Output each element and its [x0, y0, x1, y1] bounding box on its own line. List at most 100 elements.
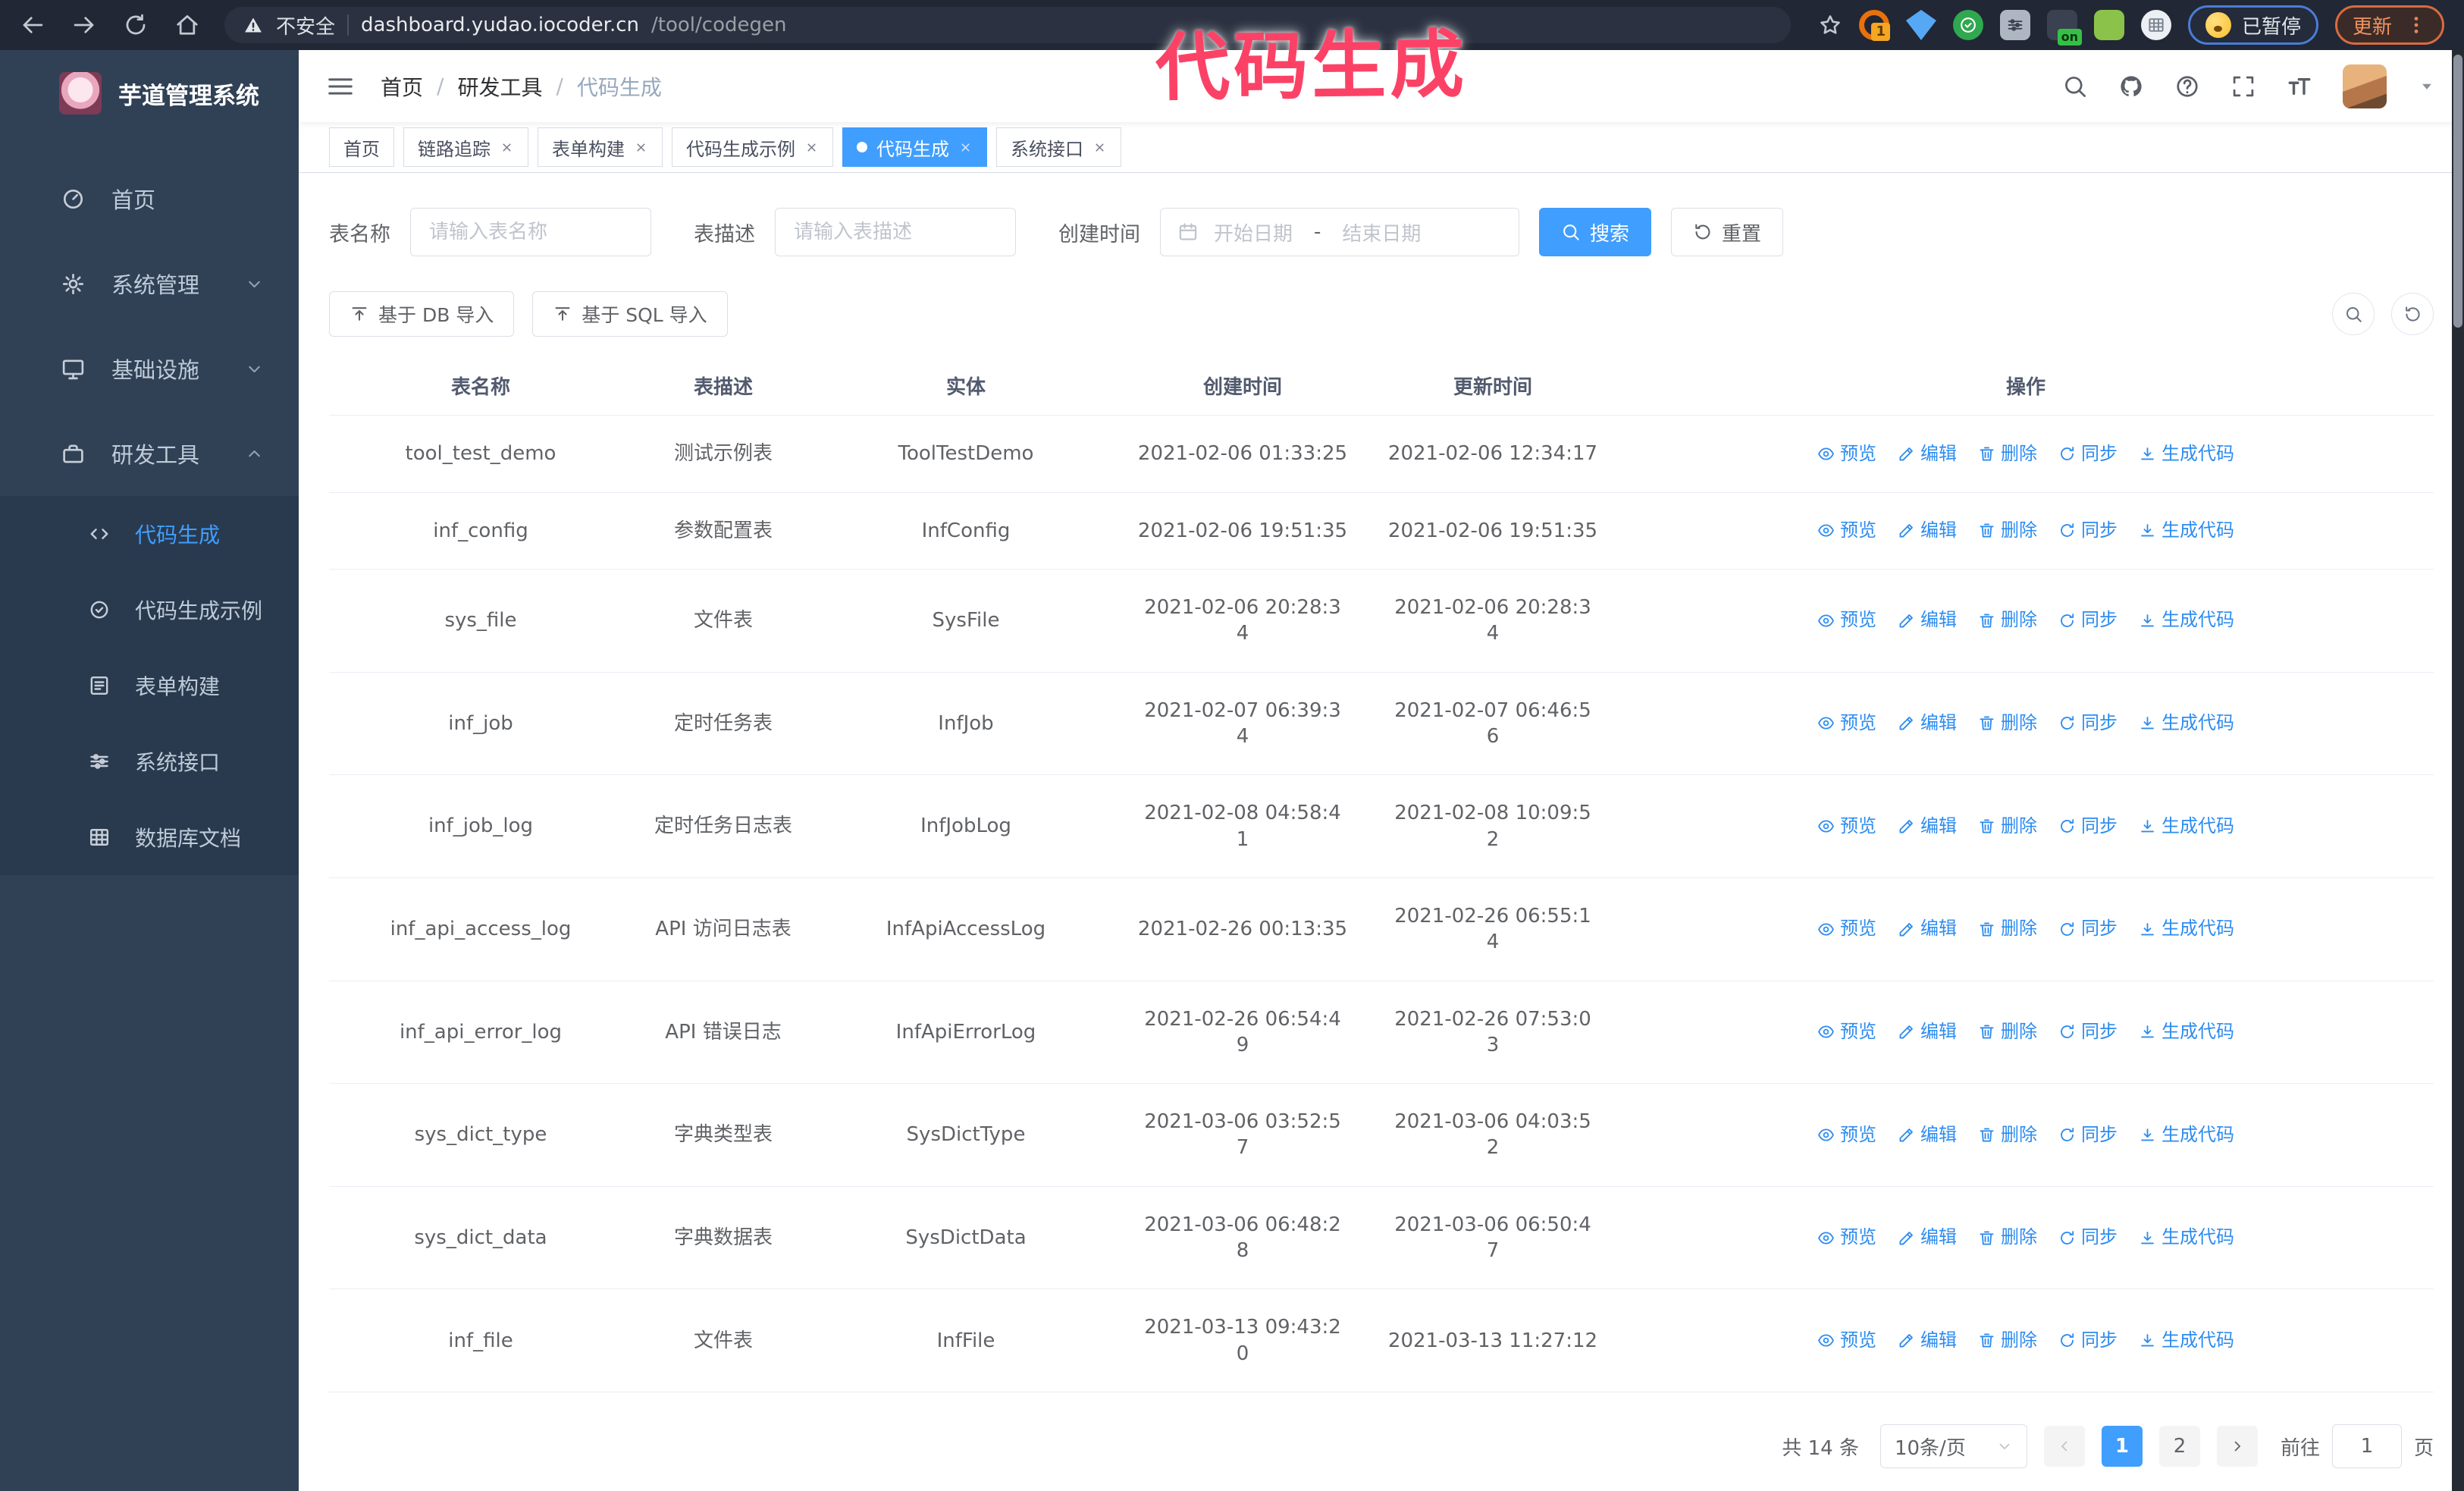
scrollbar-track[interactable] — [2452, 50, 2464, 1491]
generate-code-link[interactable]: 生成代码 — [2139, 711, 2234, 736]
edit-link[interactable]: 编辑 — [1898, 711, 1957, 736]
preview-link[interactable]: 预览 — [1817, 1123, 1876, 1147]
prev-page-button[interactable] — [2043, 1426, 2085, 1467]
sidebar-item-home[interactable]: 首页 — [0, 156, 299, 241]
home-icon[interactable] — [174, 12, 200, 38]
start-date-placeholder[interactable]: 开始日期 — [1214, 218, 1293, 246]
generate-code-link[interactable]: 生成代码 — [2139, 1226, 2234, 1250]
fullscreen-icon[interactable] — [2230, 74, 2256, 99]
edit-link[interactable]: 编辑 — [1898, 1329, 1957, 1353]
scrollbar-thumb[interactable] — [2453, 55, 2462, 328]
close-icon[interactable] — [804, 140, 819, 155]
address-bar[interactable]: 不安全 dashboard.yudao.iocoder.cn/tool/code… — [224, 7, 1791, 43]
sidebar-item-system-management[interactable]: 系统管理 — [0, 241, 299, 326]
back-icon[interactable] — [20, 12, 45, 38]
sidebar-item-infrastructure[interactable]: 基础设施 — [0, 326, 299, 411]
edit-link[interactable]: 编辑 — [1898, 1123, 1957, 1147]
sync-link[interactable]: 同步 — [2058, 1123, 2118, 1147]
sync-link[interactable]: 同步 — [2058, 711, 2118, 736]
sync-link[interactable]: 同步 — [2058, 442, 2118, 466]
sync-link[interactable]: 同步 — [2058, 519, 2118, 543]
github-icon[interactable] — [2118, 74, 2144, 99]
close-icon[interactable] — [1092, 140, 1107, 155]
import-db-button[interactable]: 基于 DB 导入 — [329, 291, 515, 337]
page-button-1[interactable]: 1 — [2101, 1426, 2143, 1467]
extension-orange-icon[interactable]: 1 — [1858, 10, 1890, 41]
sidebar-item-dev-tools[interactable]: 研发工具 — [0, 411, 299, 496]
sync-link[interactable]: 同步 — [2058, 815, 2118, 839]
delete-link[interactable]: 删除 — [1978, 519, 2037, 543]
import-sql-button[interactable]: 基于 SQL 导入 — [532, 291, 728, 337]
edit-link[interactable]: 编辑 — [1898, 815, 1957, 839]
preview-link[interactable]: 预览 — [1817, 815, 1876, 839]
delete-link[interactable]: 删除 — [1978, 1226, 2037, 1250]
edit-link[interactable]: 编辑 — [1898, 1020, 1957, 1044]
kebab-menu-icon[interactable] — [2406, 14, 2427, 36]
preview-link[interactable]: 预览 — [1817, 711, 1876, 736]
edit-link[interactable]: 编辑 — [1898, 519, 1957, 543]
preview-link[interactable]: 预览 — [1817, 608, 1876, 632]
tab-form-builder[interactable]: 表单构建 — [538, 127, 663, 168]
sidebar-item-codegen[interactable]: 代码生成 — [0, 496, 299, 572]
forward-icon[interactable] — [71, 12, 97, 38]
refresh-table-button[interactable] — [2391, 293, 2434, 336]
preview-link[interactable]: 预览 — [1817, 442, 1876, 466]
insecure-warning-icon[interactable] — [243, 14, 264, 36]
next-page-button[interactable] — [2216, 1426, 2258, 1467]
sync-link[interactable]: 同步 — [2058, 1329, 2118, 1353]
generate-code-link[interactable]: 生成代码 — [2139, 815, 2234, 839]
edit-link[interactable]: 编辑 — [1898, 608, 1957, 632]
breadcrumb-home[interactable]: 首页 — [381, 71, 423, 102]
close-icon[interactable] — [958, 140, 973, 155]
tab-home[interactable]: 首页 — [329, 127, 394, 168]
edit-link[interactable]: 编辑 — [1898, 917, 1957, 941]
sync-link[interactable]: 同步 — [2058, 917, 2118, 941]
reset-button[interactable]: 重置 — [1671, 208, 1784, 257]
reload-icon[interactable] — [123, 12, 149, 38]
date-range-picker[interactable]: 开始日期 - 结束日期 — [1160, 208, 1519, 257]
search-button[interactable]: 搜索 — [1539, 208, 1652, 257]
sync-link[interactable]: 同步 — [2058, 608, 2118, 632]
page-size-select[interactable]: 10条/页 — [1879, 1424, 2027, 1468]
page-button-2[interactable]: 2 — [2158, 1426, 2200, 1467]
goto-page-input[interactable] — [2331, 1424, 2402, 1468]
extension-gem-icon[interactable] — [1905, 10, 1936, 40]
bookmark-star-icon[interactable] — [1818, 13, 1842, 37]
tab-codegen-example[interactable]: 代码生成示例 — [672, 127, 833, 168]
paused-badge[interactable]: 已暂停 — [2187, 5, 2318, 45]
preview-link[interactable]: 预览 — [1817, 1329, 1876, 1353]
end-date-placeholder[interactable]: 结束日期 — [1342, 218, 1421, 246]
generate-code-link[interactable]: 生成代码 — [2139, 608, 2234, 632]
generate-code-link[interactable]: 生成代码 — [2139, 917, 2234, 941]
hamburger-icon[interactable] — [326, 72, 355, 101]
caret-down-icon[interactable] — [2417, 77, 2437, 96]
extension-check-icon[interactable] — [1952, 10, 1983, 40]
table-name-input[interactable] — [410, 208, 651, 257]
generate-code-link[interactable]: 生成代码 — [2139, 1020, 2234, 1044]
sidebar-logo-row[interactable]: 芋道管理系统 — [0, 50, 299, 137]
sidebar-item-codegen-example[interactable]: 代码生成示例 — [0, 572, 299, 648]
sidebar-item-db-doc[interactable]: 数据库文档 — [0, 799, 299, 875]
extensions-puzzle-icon[interactable] — [2140, 10, 2171, 40]
tab-system-api[interactable]: 系统接口 — [996, 127, 1121, 168]
font-size-icon[interactable] — [2287, 74, 2312, 99]
edit-link[interactable]: 编辑 — [1898, 1226, 1957, 1250]
close-icon[interactable] — [634, 140, 648, 155]
url-host[interactable]: dashboard.yudao.iocoder.cn — [361, 14, 639, 36]
generate-code-link[interactable]: 生成代码 — [2139, 1329, 2234, 1353]
delete-link[interactable]: 删除 — [1978, 1020, 2037, 1044]
sidebar-item-system-api[interactable]: 系统接口 — [0, 724, 299, 799]
close-icon[interactable] — [500, 140, 514, 155]
generate-code-link[interactable]: 生成代码 — [2139, 442, 2234, 466]
preview-link[interactable]: 预览 — [1817, 1226, 1876, 1250]
sync-link[interactable]: 同步 — [2058, 1020, 2118, 1044]
delete-link[interactable]: 删除 — [1978, 442, 2037, 466]
search-icon[interactable] — [2062, 74, 2088, 99]
sidebar-item-form-builder[interactable]: 表单构建 — [0, 648, 299, 724]
security-label[interactable]: 不安全 — [276, 11, 335, 39]
delete-link[interactable]: 删除 — [1978, 1123, 2037, 1147]
extension-switch-icon[interactable]: on — [2046, 10, 2082, 46]
delete-link[interactable]: 删除 — [1978, 1329, 2037, 1353]
preview-link[interactable]: 预览 — [1817, 917, 1876, 941]
delete-link[interactable]: 删除 — [1978, 917, 2037, 941]
